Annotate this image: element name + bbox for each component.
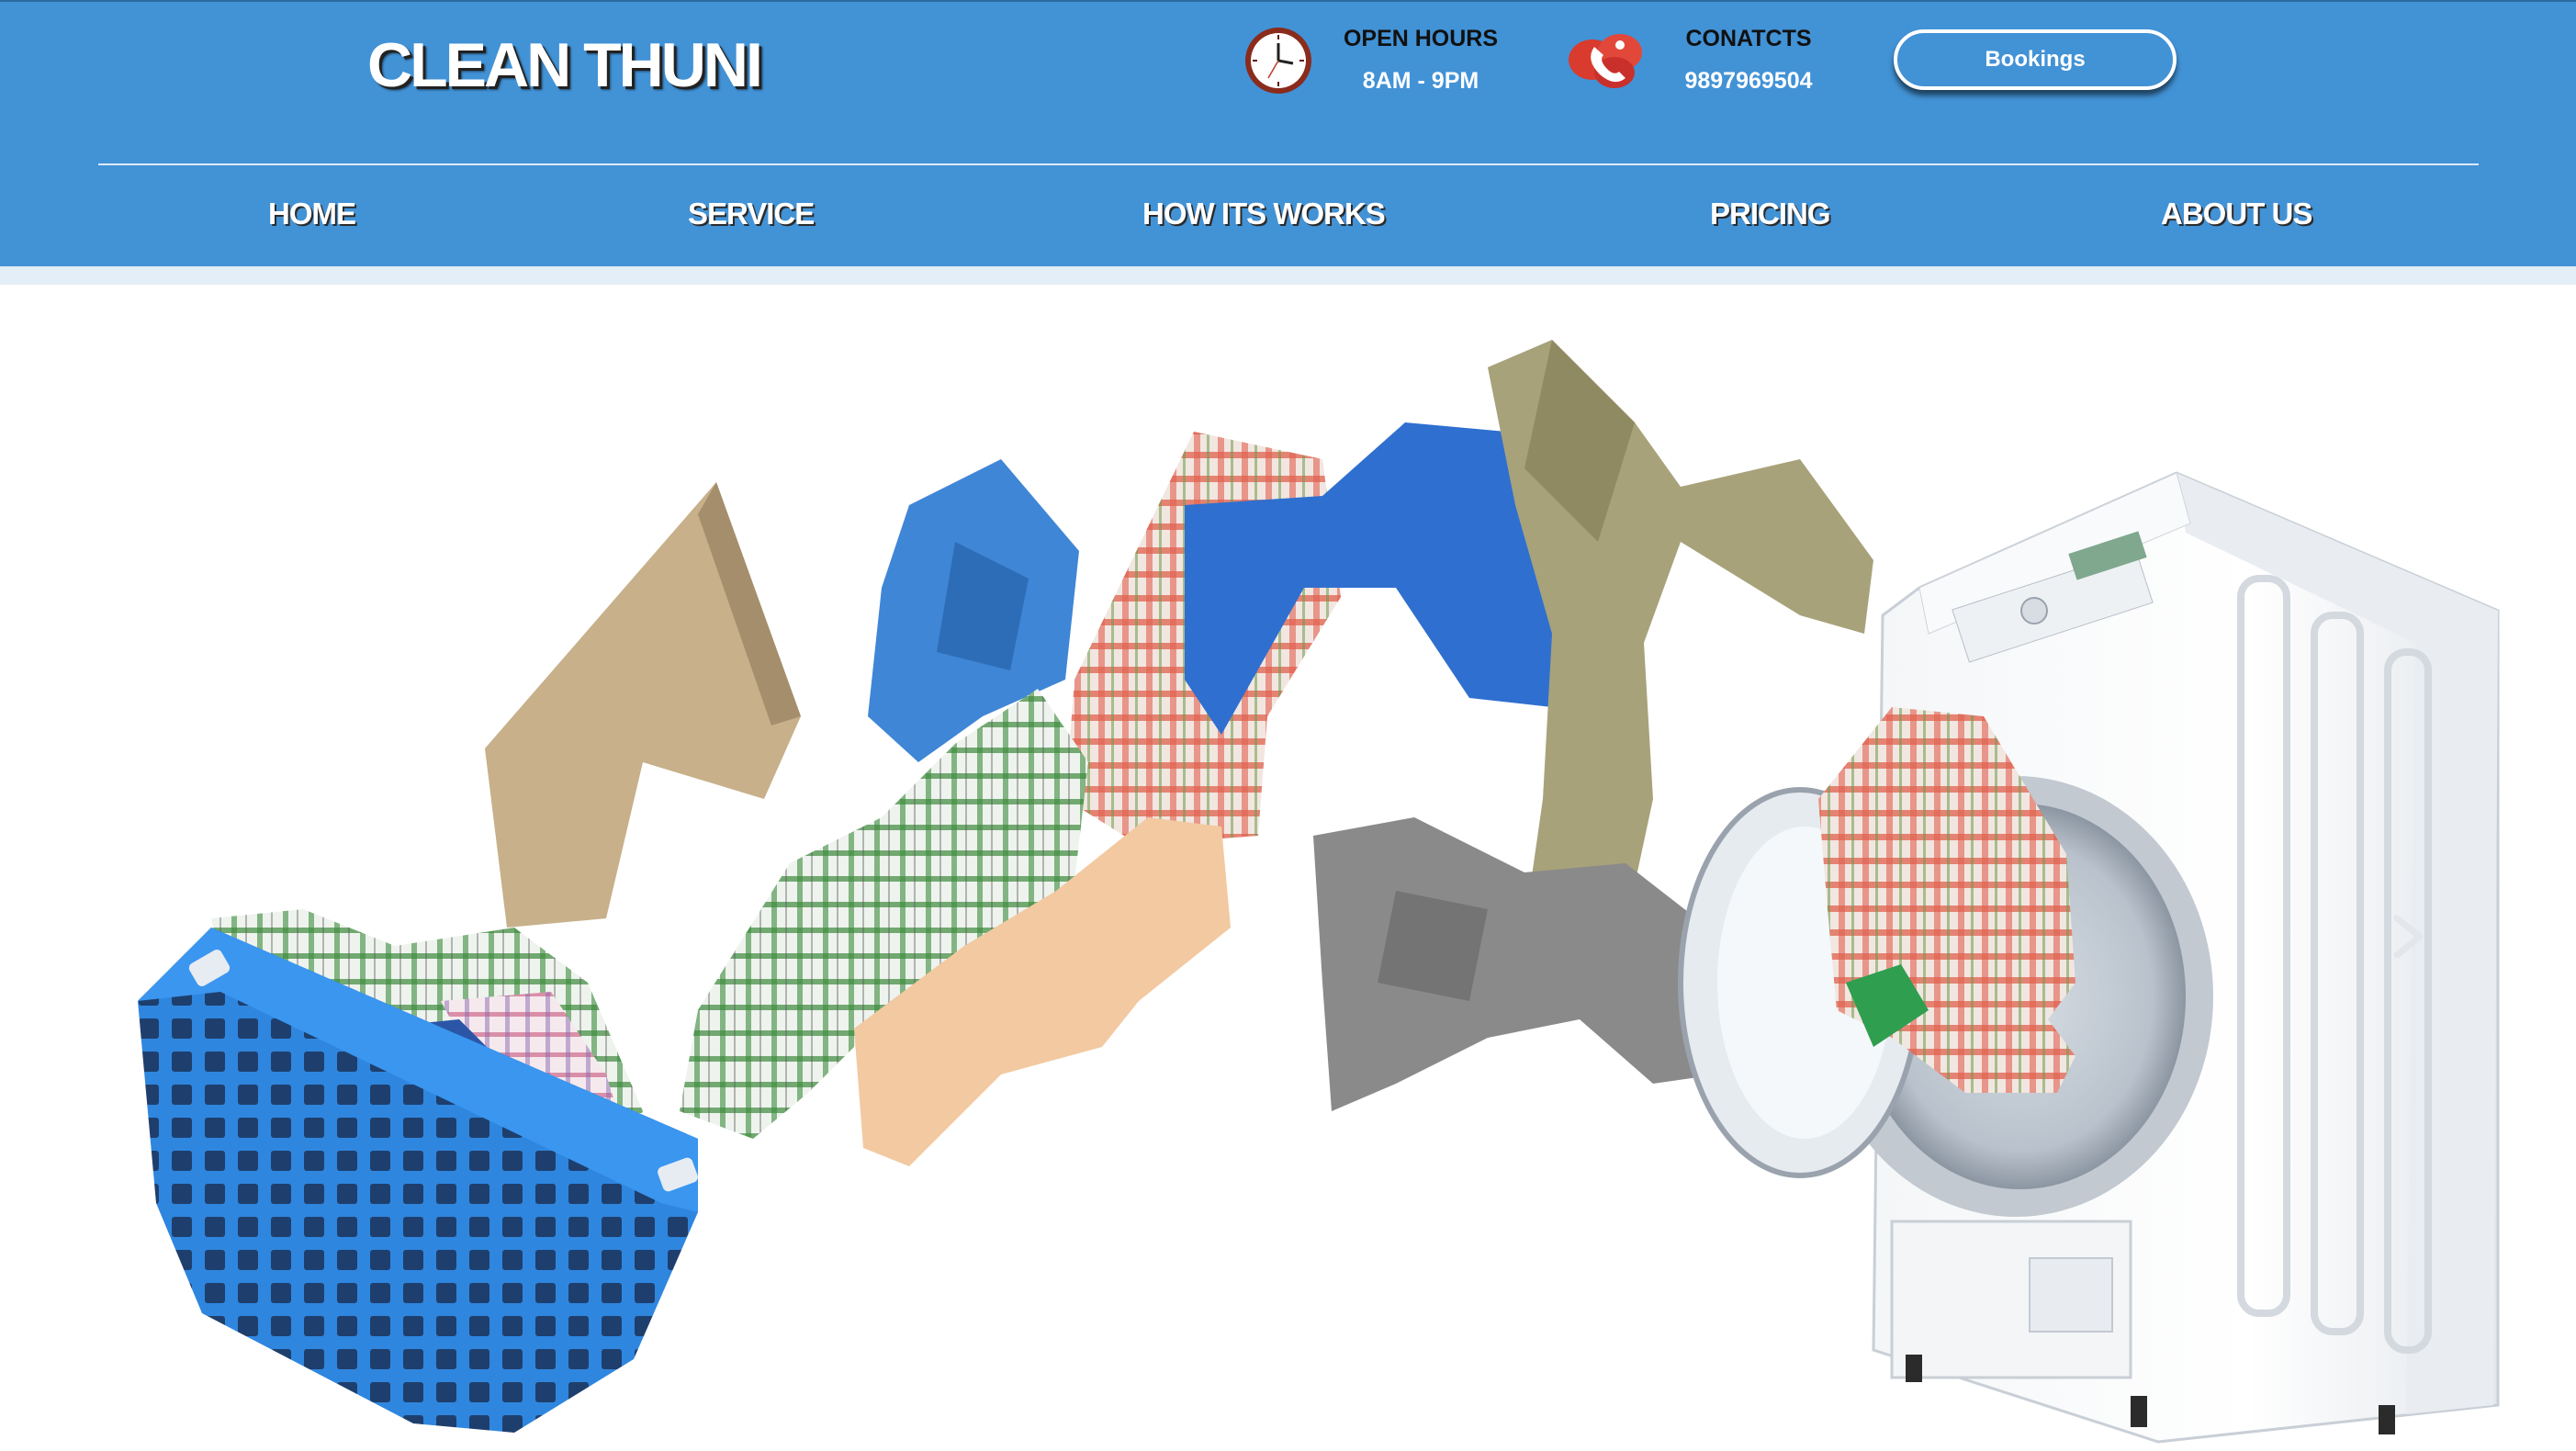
hours-value: 8AM - 9PM [1362, 68, 1479, 94]
grey-shorts [1313, 817, 1717, 1111]
nav-about-us[interactable]: ABOUT US [2161, 197, 2312, 231]
phone-icon [1569, 34, 1642, 88]
khaki-trousers [485, 482, 801, 928]
nav-home[interactable]: HOME [268, 197, 356, 231]
header-strip [0, 266, 2576, 285]
hours-title: OPEN HOURS [1343, 26, 1499, 51]
washing-machine [1678, 471, 2500, 1444]
laundry-basket [138, 909, 698, 1433]
site-header: CLEAN THUNI OPEN HOURS 8AM - 9PM CONATCT… [0, 0, 2576, 266]
clock-icon [1245, 28, 1311, 94]
nav-how-it-works[interactable]: HOW ITS WORKS [1142, 197, 1386, 231]
bookings-button[interactable]: Bookings [1894, 29, 2177, 90]
contacts-phone[interactable]: 9897969504 [1648, 68, 1850, 95]
nav-service[interactable]: SERVICE [688, 197, 815, 231]
header-divider [98, 163, 2479, 165]
brand-logo[interactable]: CLEAN THUNI [367, 29, 763, 101]
contacts-title: CONATCTS [1685, 26, 1812, 51]
hero-image [138, 340, 2500, 1444]
nav-pricing[interactable]: PRICING [1710, 197, 1831, 231]
